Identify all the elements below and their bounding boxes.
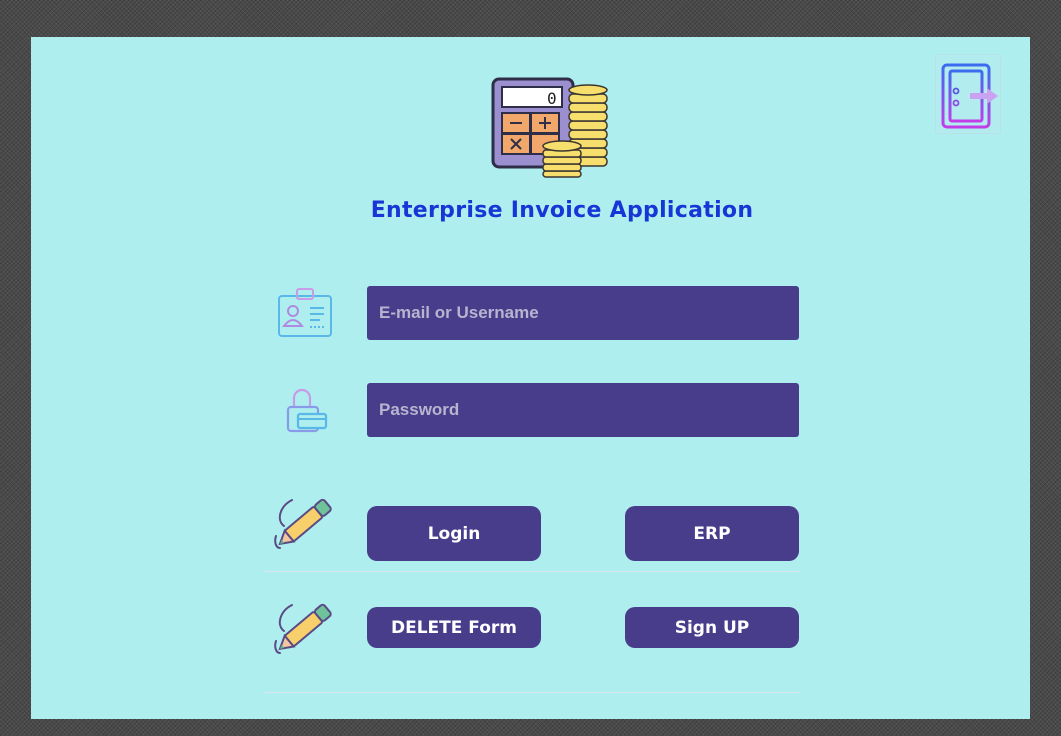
pencil-icon — [274, 603, 332, 654]
calculator-coins-icon: 0 — [491, 77, 608, 178]
app-title: Enterprise Invoice Application — [370, 198, 754, 223]
padlock-icon — [286, 388, 328, 433]
erp-button[interactable]: ERP — [625, 506, 799, 561]
svg-text:0: 0 — [547, 89, 557, 108]
separator-line — [264, 571, 800, 572]
password-input[interactable] — [367, 383, 799, 437]
delete-form-button[interactable]: DELETE Form — [367, 607, 541, 648]
id-badge-icon — [278, 288, 332, 337]
exit-door-icon — [941, 63, 998, 129]
separator-line — [264, 692, 800, 693]
username-input[interactable] — [367, 286, 799, 340]
login-window: 0 Enterprise Invoice Application E-mail … — [31, 37, 1030, 719]
pencil-icon — [274, 498, 332, 549]
exit-button[interactable] — [935, 54, 1001, 134]
login-button[interactable]: Login — [367, 506, 541, 561]
signup-button[interactable]: Sign UP — [625, 607, 799, 648]
